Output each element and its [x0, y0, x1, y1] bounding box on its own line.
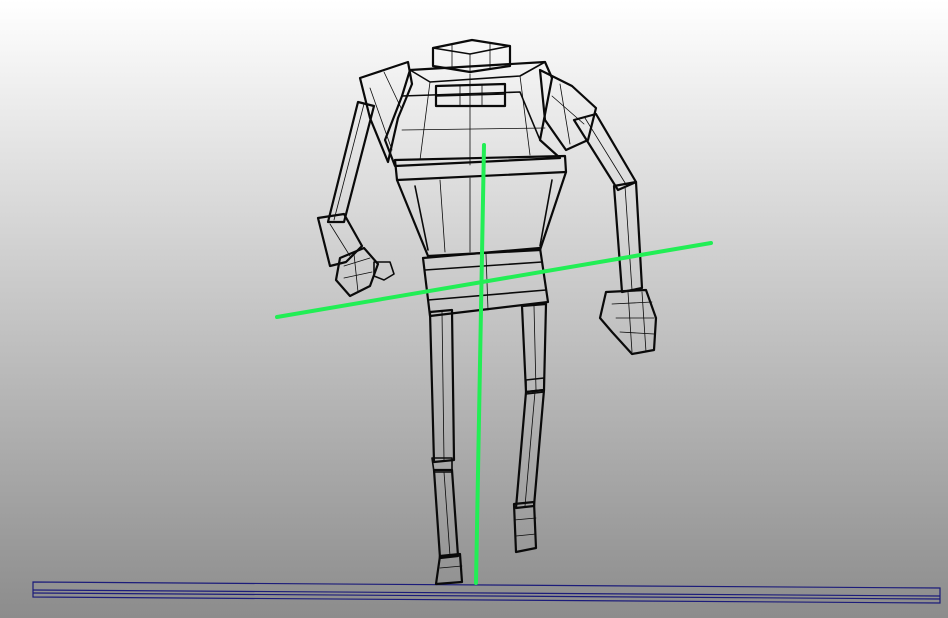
- 3d-viewport[interactable]: [0, 0, 948, 618]
- viewport-canvas[interactable]: [0, 0, 948, 618]
- viewport-background: [0, 0, 948, 618]
